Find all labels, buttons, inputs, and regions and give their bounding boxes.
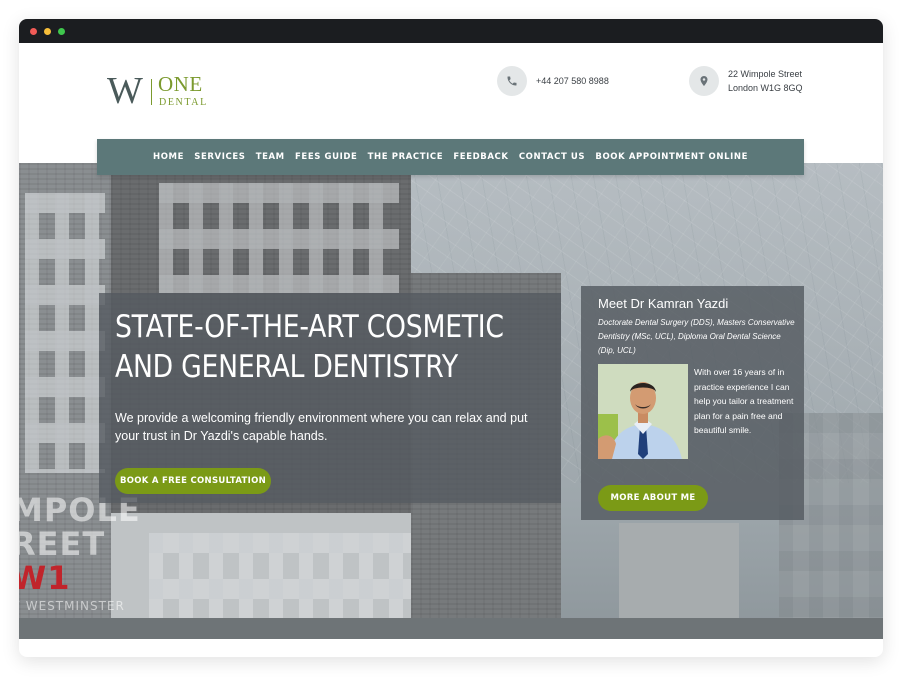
browser-window: W ONE DENTAL +44 207 580 8988 22 Wimpole… (19, 19, 883, 657)
logo-mark: W (107, 70, 143, 112)
browser-titlebar (19, 19, 883, 43)
hero-title-line-1: STATE-OF-THE-ART COSMETIC (115, 309, 504, 345)
nav-contact-us[interactable]: CONTACT US (519, 152, 585, 162)
address-block: 22 Wimpole Street London W1G 8GQ (728, 67, 803, 95)
nav-fees-guide[interactable]: FEES GUIDE (295, 152, 357, 162)
building-left-windows (25, 193, 105, 473)
location-pin-icon (689, 66, 719, 96)
book-consultation-button[interactable]: BOOK A FREE CONSULTATION (115, 468, 271, 494)
hero-description: We provide a welcoming friendly environm… (115, 411, 528, 443)
street-sign-line-3: F WESTMINSTER (19, 599, 125, 613)
street-sign-postcode: W1 (19, 559, 71, 597)
phone-icon (497, 66, 527, 96)
building-center-windows (159, 183, 399, 293)
phone-number: +44 207 580 8988 (536, 76, 609, 86)
more-about-me-button[interactable]: MORE ABOUT ME (598, 485, 708, 511)
nav-services[interactable]: SERVICES (194, 152, 245, 162)
nav-the-practice[interactable]: THE PRACTICE (368, 152, 443, 162)
nav-book-appointment[interactable]: BOOK APPOINTMENT ONLINE (595, 152, 748, 162)
maximize-window-icon[interactable] (58, 28, 65, 35)
nav-team[interactable]: TEAM (256, 152, 285, 162)
street-sign: MPOLE REET W1 F WESTMINSTER (19, 493, 159, 613)
doctor-bio: With over 16 years of in practice experi… (694, 367, 794, 435)
header-address[interactable]: 22 Wimpole Street London W1G 8GQ (689, 66, 803, 96)
logo-divider (151, 79, 152, 105)
street-ground (19, 618, 883, 639)
hero-title: STATE-OF-THE-ART COSMETIC AND GENERAL DE… (115, 307, 504, 387)
nav-home[interactable]: HOME (153, 152, 184, 162)
minimize-window-icon[interactable] (44, 28, 51, 35)
logo-subtitle: DENTAL (159, 97, 208, 108)
doctor-card: Meet Dr Kamran Yazdi Doctorate Dental Su… (581, 286, 804, 520)
close-window-icon[interactable] (30, 28, 37, 35)
nav-feedback[interactable]: FEEDBACK (453, 152, 508, 162)
hero-title-line-2: AND GENERAL DENTISTRY (115, 349, 458, 385)
doctor-heading: Meet Dr Kamran Yazdi (598, 296, 729, 311)
address-line-2: London W1G 8GQ (728, 83, 803, 93)
address-line-1: 22 Wimpole Street (728, 69, 803, 79)
street-sign-line-2-a: REET (19, 525, 106, 563)
header-phone[interactable]: +44 207 580 8988 (497, 66, 609, 96)
street-sign-line-2: REET W1 (19, 527, 159, 595)
logo-name: ONE (158, 72, 203, 96)
doctor-photo (598, 364, 688, 459)
doctor-credentials: Doctorate Dental Surgery (DDS), Masters … (598, 318, 795, 355)
hero-panel: STATE-OF-THE-ART COSMETIC AND GENERAL DE… (99, 293, 561, 503)
hero-section: MPOLE REET W1 F WESTMINSTER STATE-OF-THE… (19, 163, 883, 639)
building-lower-windows (149, 533, 449, 623)
main-nav: HOME SERVICES TEAM FEES GUIDE THE PRACTI… (97, 139, 804, 175)
